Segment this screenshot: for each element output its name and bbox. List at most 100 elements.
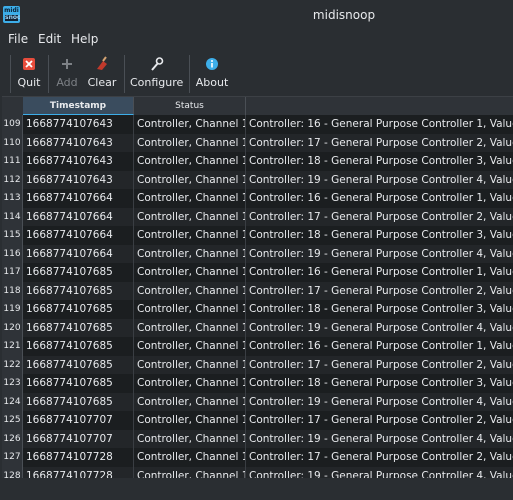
timestamp-cell: 1668774107664	[23, 189, 134, 208]
message-cell: Controller: 16 - General Purpose Control…	[249, 192, 513, 204]
table-row[interactable]: 122 1668774107685 Controller, Channel 1 Con…	[2, 355, 513, 374]
message-cell: Controller: 19 - General Purpose Control…	[249, 247, 513, 260]
table-row[interactable]: 118 1668774107685 Controller, Channel 1 Con…	[2, 281, 513, 300]
column-header-message[interactable]	[246, 97, 513, 115]
row-number: 113	[2, 189, 23, 208]
row-number: 126	[2, 429, 23, 448]
status-cell: Controller, Channel 1	[134, 244, 246, 263]
configure-button[interactable]: Configure	[130, 55, 183, 91]
status-cell: Controller, Channel 1	[134, 170, 246, 189]
table-row[interactable]: 113 1668774107664 Controller, Channel 1 Con…	[2, 189, 513, 208]
toolbar-separator	[48, 55, 49, 93]
row-number: 123	[2, 374, 23, 393]
message-cell: Controller: 16 - General Purpose Control…	[249, 118, 513, 130]
about-button[interactable]: About	[195, 55, 229, 91]
table-row[interactable]: 117 1668774107685 Controller, Channel 1 Con…	[2, 263, 513, 282]
row-number: 117	[2, 263, 23, 282]
timestamp-cell: 1668774107685	[23, 392, 134, 411]
message-cell: Controller: 16 - General Purpose Control…	[249, 266, 513, 278]
message-cell: Controller: 17 - General Purpose Control…	[249, 136, 513, 149]
column-header-status[interactable]: Status	[134, 97, 246, 115]
status-cell: Controller, Channel 1	[134, 281, 246, 300]
status-cell: Controller, Channel 1	[134, 448, 246, 467]
status-cell: Controller, Channel 1	[134, 133, 246, 152]
row-number: 127	[2, 448, 23, 467]
timestamp-cell: 1668774107664	[23, 207, 134, 226]
row-number: 114	[2, 207, 23, 226]
timestamp-cell: 1668774107664	[23, 244, 134, 263]
column-header-timestamp[interactable]: Timestamp	[23, 97, 134, 115]
table-row[interactable]: 120 1668774107685 Controller, Channel 1 Con…	[2, 318, 513, 337]
row-number: 115	[2, 226, 23, 245]
menu-edit[interactable]: Edit	[38, 32, 61, 46]
menu-help[interactable]: Help	[71, 32, 98, 46]
table-row[interactable]: 116 1668774107664 Controller, Channel 1 Con…	[2, 244, 513, 263]
status-cell: Controller, Channel 1	[134, 115, 246, 134]
timestamp-cell: 1668774107643	[23, 170, 134, 189]
toolbar-separator	[189, 55, 190, 93]
table-row[interactable]: 124 1668774107685 Controller, Channel 1 Con…	[2, 392, 513, 411]
info-icon	[206, 58, 218, 70]
menu-bar: File Edit Help	[0, 30, 513, 50]
table-row[interactable]: 125 1668774107707 Controller, Channel 1 Con…	[2, 411, 513, 430]
row-number: 111	[2, 152, 23, 171]
message-cell: Controller: 18 - General Purpose Control…	[249, 229, 513, 241]
wrench-icon	[151, 57, 164, 71]
status-cell: Controller, Channel 1	[134, 318, 246, 337]
add-label: Add	[56, 76, 78, 89]
table-row[interactable]: 115 1668774107664 Controller, Channel 1 Con…	[2, 226, 513, 245]
row-number: 118	[2, 281, 23, 300]
message-cell: Controller: 16 - General Purpose Control…	[249, 340, 513, 352]
timestamp-cell: 1668774107707	[23, 411, 134, 430]
message-cell: Controller: 18 - General Purpose Control…	[249, 155, 513, 167]
message-cell: Controller: 17 - General Purpose Control…	[249, 414, 513, 426]
table-row[interactable]: 119 1668774107685 Controller, Channel 1 Con…	[2, 300, 513, 319]
table-row[interactable]: 112 1668774107643 Controller, Channel 1 Con…	[2, 170, 513, 189]
timestamp-cell: 1668774107643	[23, 115, 134, 134]
table-row[interactable]: 126 1668774107707 Controller, Channel 1 Con…	[2, 429, 513, 448]
table-row[interactable]: 121 1668774107685 Controller, Channel 1 Con…	[2, 337, 513, 356]
status-cell: Controller, Channel 1	[134, 411, 246, 430]
toolbar: Quit Add Clear Configure About	[0, 52, 513, 94]
table-row[interactable]: 109 1668774107643 Controller, Channel 1 Con…	[2, 115, 513, 134]
window-title: midisnoop	[312, 8, 376, 22]
message-cell: Controller: 17 - General Purpose Control…	[249, 210, 513, 223]
table-header: Timestamp Status	[2, 97, 513, 115]
status-cell: Controller, Channel 1	[134, 207, 246, 226]
table-row[interactable]: 127 1668774107728 Controller, Channel 1 Con…	[2, 448, 513, 467]
timestamp-cell: 1668774107643	[23, 152, 134, 171]
main-window: midi snoop midisnoop File Edit Help Quit…	[0, 0, 513, 500]
message-cell: Controller: 19 - General Purpose Control…	[249, 173, 513, 186]
message-cell: Controller: 17 - General Purpose Control…	[249, 358, 513, 371]
quit-button[interactable]: Quit	[14, 55, 44, 91]
table-row[interactable]: 111 1668774107643 Controller, Channel 1 Con…	[2, 152, 513, 171]
message-cell: Controller: 17 - General Purpose Control…	[249, 451, 513, 463]
message-cell: Controller: 18 - General Purpose Control…	[249, 377, 513, 389]
timestamp-cell: 1668774107685	[23, 281, 134, 300]
table-row[interactable]: 114 1668774107664 Controller, Channel 1 Con…	[2, 207, 513, 226]
status-cell: Controller, Channel 1	[134, 300, 246, 319]
row-number: 116	[2, 244, 23, 263]
add-button[interactable]: Add	[52, 55, 82, 91]
row-number: 125	[2, 411, 23, 430]
timestamp-cell: 1668774107685	[23, 374, 134, 393]
row-number: 122	[2, 355, 23, 374]
table-row[interactable]: 110 1668774107643 Controller, Channel 1 Con…	[2, 133, 513, 152]
message-cell: Controller: 19 - General Purpose Control…	[249, 395, 513, 408]
timestamp-cell: 1668774107643	[23, 133, 134, 152]
message-table[interactable]: Timestamp Status 109 1668774107643 Control…	[2, 96, 513, 479]
status-bar	[0, 478, 513, 500]
row-number: 109	[2, 115, 23, 134]
status-cell: Controller, Channel 1	[134, 374, 246, 393]
menu-file[interactable]: File	[8, 32, 28, 46]
clear-button[interactable]: Clear	[86, 55, 118, 91]
table-row[interactable]: 123 1668774107685 Controller, Channel 1 Con…	[2, 374, 513, 393]
status-cell: Controller, Channel 1	[134, 337, 246, 356]
status-cell: Controller, Channel 1	[134, 392, 246, 411]
timestamp-cell: 1668774107685	[23, 300, 134, 319]
status-cell: Controller, Channel 1	[134, 226, 246, 245]
status-cell: Controller, Channel 1	[134, 355, 246, 374]
row-number: 124	[2, 392, 23, 411]
status-cell: Controller, Channel 1	[134, 429, 246, 448]
title-bar[interactable]: midi snoop midisnoop	[0, 0, 513, 30]
